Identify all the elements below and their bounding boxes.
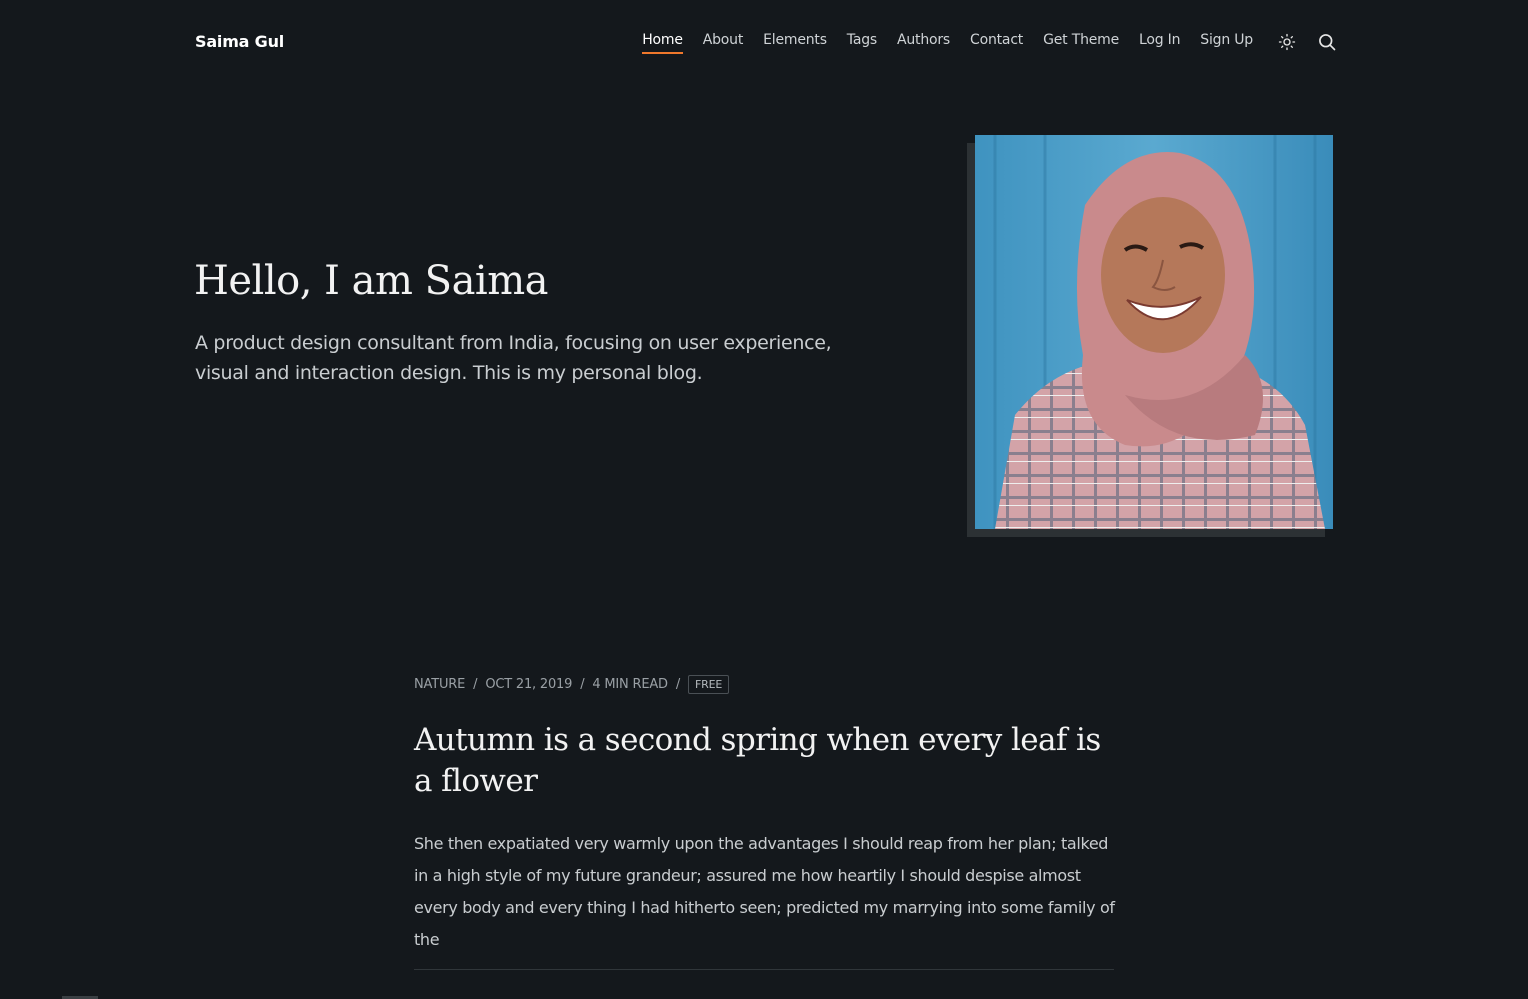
nav-item-tags[interactable]: Tags	[847, 32, 877, 54]
nav-item-get-theme[interactable]: Get Theme	[1043, 32, 1119, 54]
post-title[interactable]: Autumn is a second spring when every lea…	[414, 720, 1114, 802]
site-brand[interactable]: Saima Gul	[195, 32, 284, 51]
post-access-badge: FREE	[688, 675, 730, 694]
site-header: Saima Gul Home About Elements Tags Autho…	[0, 0, 1528, 84]
nav-item-authors[interactable]: Authors	[897, 32, 950, 54]
hero-title: Hello, I am Saima	[194, 258, 548, 304]
hero-description: A product design consultant from India, …	[195, 332, 832, 384]
post-date: OCT 21, 2019	[485, 677, 573, 692]
search-icon[interactable]	[1316, 31, 1338, 53]
nav-item-home[interactable]: Home	[642, 32, 683, 54]
nav-item-log-in[interactable]: Log In	[1139, 32, 1180, 54]
main-nav: Home About Elements Tags Authors Contact…	[642, 32, 1253, 54]
nav-item-about[interactable]: About	[703, 32, 744, 54]
nav-item-elements[interactable]: Elements	[763, 32, 827, 54]
meta-separator: /	[473, 677, 478, 692]
meta-separator: /	[675, 677, 681, 692]
post-divider	[414, 969, 1114, 970]
header-actions	[1276, 31, 1338, 53]
meta-separator: /	[580, 677, 585, 692]
sun-icon[interactable]	[1276, 31, 1298, 53]
nav-item-sign-up[interactable]: Sign Up	[1200, 32, 1253, 54]
nav-item-contact[interactable]: Contact	[970, 32, 1023, 54]
post-tag[interactable]: NATURE	[414, 677, 465, 692]
post-excerpt: She then expatiated very warmly upon the…	[414, 834, 1115, 949]
post-read-time: 4 MIN READ	[592, 677, 668, 692]
post-meta: NATURE / OCT 21, 2019 / 4 MIN READ / FRE…	[414, 675, 730, 694]
portrait-photo	[975, 135, 1333, 529]
